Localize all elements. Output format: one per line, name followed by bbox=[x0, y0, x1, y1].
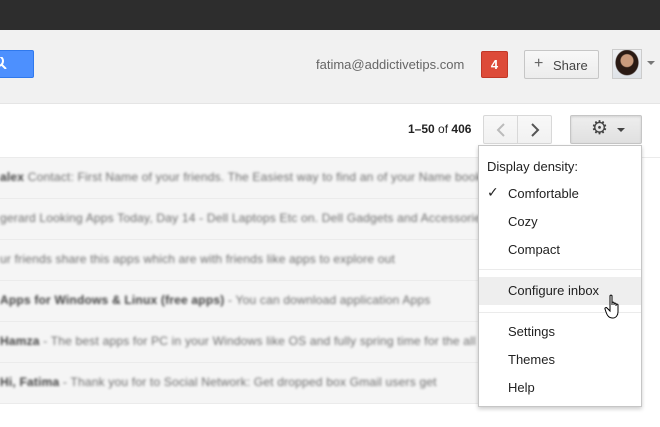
email-list: alex Contact: First Name of your friends… bbox=[0, 158, 487, 427]
avatar[interactable] bbox=[612, 49, 642, 79]
density-cozy[interactable]: Cozy bbox=[479, 209, 641, 235]
newer-button[interactable] bbox=[483, 115, 518, 144]
chevron-left-icon bbox=[496, 123, 505, 137]
density-compact-label: Compact bbox=[508, 242, 561, 257]
settings-dropdown: Display density: ✓ Comfortable Cozy Comp… bbox=[478, 145, 642, 407]
help-item[interactable]: Help bbox=[479, 375, 641, 401]
density-cozy-label: Cozy bbox=[508, 214, 538, 229]
checkmark-icon: ✓ bbox=[487, 184, 499, 200]
email-snippet: gerard Looking Apps Today, Day 14 - Dell… bbox=[0, 211, 488, 225]
plus-icon: + bbox=[534, 55, 544, 72]
email-snippet: Hamza - The best apps for PC in your Win… bbox=[0, 334, 476, 348]
top-bar bbox=[0, 0, 660, 30]
chevron-down-icon bbox=[617, 128, 625, 132]
chevron-right-icon bbox=[530, 123, 539, 137]
help-label: Help bbox=[508, 380, 535, 395]
chevron-down-icon[interactable] bbox=[647, 61, 655, 65]
search-icon bbox=[0, 55, 10, 72]
notification-badge[interactable]: 4 bbox=[481, 51, 508, 78]
share-button[interactable]: + Share bbox=[524, 50, 599, 79]
density-comfortable[interactable]: ✓ Comfortable bbox=[479, 181, 641, 207]
range-of-label: of bbox=[438, 122, 449, 136]
share-label: Share bbox=[553, 58, 588, 73]
settings-label: Settings bbox=[508, 324, 555, 339]
email-snippet: Apps for Windows & Linux (free apps) - Y… bbox=[0, 293, 431, 307]
email-row[interactable]: Hamza - The best apps for PC in your Win… bbox=[0, 322, 478, 363]
settings-button[interactable]: ⚙ bbox=[570, 115, 642, 144]
email-snippet: alex Contact: First Name of your friends… bbox=[0, 170, 482, 184]
email-row[interactable]: Apps for Windows & Linux (free apps) - Y… bbox=[0, 281, 478, 322]
header: fatima@addictivetips.com 4 + Share bbox=[0, 30, 660, 104]
range-value: 1–50 bbox=[408, 122, 435, 136]
settings-item[interactable]: Settings bbox=[479, 319, 641, 345]
email-row[interactable]: alex Contact: First Name of your friends… bbox=[0, 158, 482, 199]
themes-item[interactable]: Themes bbox=[479, 347, 641, 373]
pagination-range: 1–50 of 406 bbox=[408, 122, 471, 136]
gear-icon: ⚙ bbox=[591, 118, 609, 139]
display-density-heading: Display density: bbox=[487, 159, 579, 174]
hand-cursor-icon bbox=[604, 294, 624, 320]
email-snippet: ur friends share this apps which are wit… bbox=[0, 252, 395, 266]
older-button[interactable] bbox=[517, 115, 552, 144]
search-button[interactable] bbox=[0, 50, 34, 78]
configure-inbox-label: Configure inbox bbox=[508, 283, 600, 298]
email-row[interactable]: ur friends share this apps which are wit… bbox=[0, 240, 478, 281]
menu-divider bbox=[479, 269, 641, 270]
themes-label: Themes bbox=[508, 352, 555, 367]
total-count: 406 bbox=[451, 122, 472, 136]
email-row[interactable]: gerard Looking Apps Today, Day 14 - Dell… bbox=[0, 199, 487, 240]
user-email[interactable]: fatima@addictivetips.com bbox=[316, 57, 464, 72]
density-compact[interactable]: Compact bbox=[479, 237, 641, 263]
email-row[interactable]: Hi, Fatima - Thank you for to Social Net… bbox=[0, 363, 478, 404]
density-comfortable-label: Comfortable bbox=[508, 186, 579, 201]
email-snippet: Hi, Fatima - Thank you for to Social Net… bbox=[0, 375, 437, 389]
